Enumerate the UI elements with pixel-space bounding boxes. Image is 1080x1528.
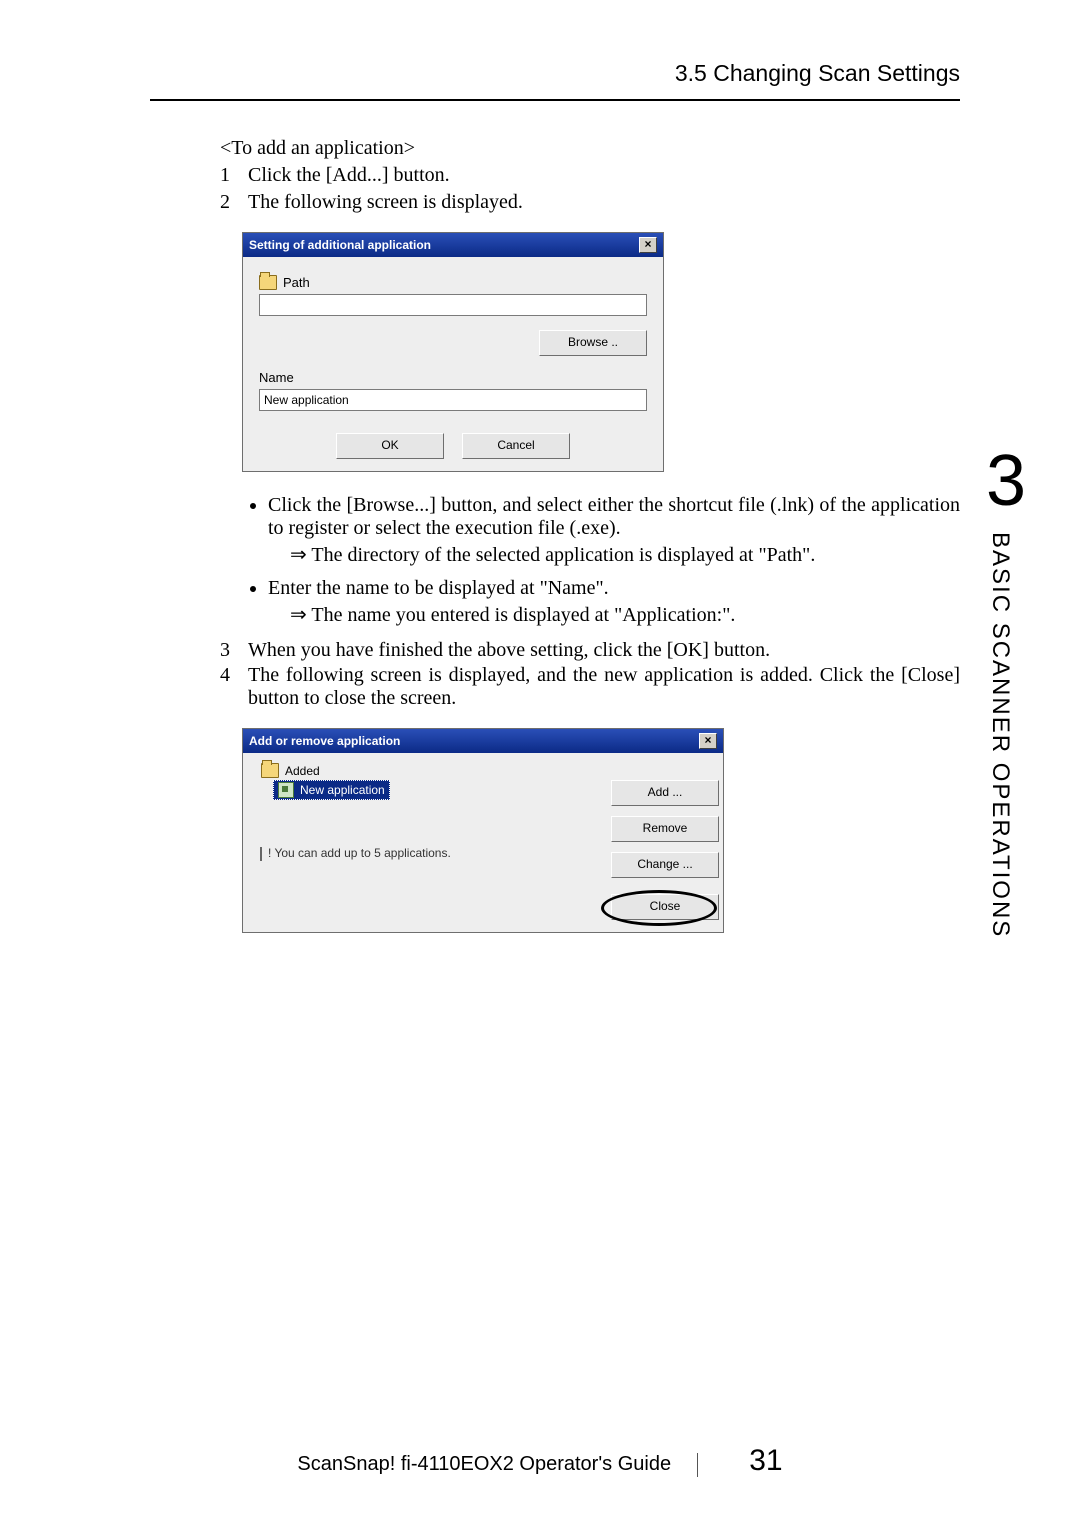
add-button[interactable]: Add ... [611,780,719,806]
step-3: 3 When you have finished the above setti… [220,639,960,662]
bullet2-text: Enter the name to be displayed at "Name"… [268,577,609,599]
step-4: 4 The following screen is displayed, and… [220,664,960,710]
cancel-button[interactable]: Cancel [462,433,570,459]
folder-icon [259,275,277,290]
app-icon [278,782,294,798]
chapter-side-tab: 3 BASIC SCANNER OPERATIONS [986,440,1026,938]
step-3-num: 3 [220,639,248,662]
arrow1-text: ⇒ The directory of the selected applicat… [290,544,815,566]
dialog2-close-button[interactable]: × [699,733,717,749]
section-header: 3.5 Changing Scan Settings [150,60,960,101]
dialog2-titlebar: Add or remove application × [243,729,723,753]
added-label: Added [285,764,320,778]
remove-button[interactable]: Remove [611,816,719,842]
step-1: 1 Click the [Add...] button. [220,164,960,187]
app-item-label: New application [300,783,385,797]
section-title: 3.5 Changing Scan Settings [675,60,960,86]
footer-separator [697,1453,698,1477]
page-footer: ScanSnap! fi-4110EOX2 Operator's Guide 3… [0,1444,1080,1478]
intro-text: <To add an application> [220,137,960,160]
name-label: Name [259,370,647,385]
name-input[interactable]: New application [259,389,647,411]
dialog1-close-button[interactable]: × [639,237,657,253]
step-3-text: When you have finished the above setting… [248,639,770,662]
dialog2-title-text: Add or remove application [249,734,400,748]
footer-page-number: 31 [749,1444,782,1478]
browse-button[interactable]: Browse .. [539,330,647,356]
footer-doc-title: ScanSnap! fi-4110EOX2 Operator's Guide [297,1453,671,1475]
step-2: 2 The following screen is displayed. [220,191,960,214]
bullet1-text: Click the [Browse...] button, and select… [268,494,960,539]
step-4-num: 4 [220,664,248,710]
step-2-text: The following screen is displayed. [248,191,523,214]
folder-icon [261,763,279,778]
chapter-number: 3 [986,440,1026,522]
dialog-setting-additional-application: Setting of additional application × Path… [242,232,664,472]
dialog-add-remove-application: Add or remove application × Added New ap… [242,728,724,933]
application-list: New application ! You can add up to 5 ap… [255,780,597,920]
chapter-title: BASIC SCANNER OPERATIONS [986,532,1014,938]
bullet-block-1: Click the [Browse...] button, and select… [248,494,960,627]
close-button[interactable]: Close [611,894,719,920]
path-label: Path [283,275,310,290]
change-button[interactable]: Change ... [611,852,719,878]
step-2-num: 2 [220,191,248,214]
step-4-text: The following screen is displayed, and t… [248,664,960,710]
path-input[interactable] [259,294,647,316]
dialog1-titlebar: Setting of additional application × [243,233,663,257]
ok-button[interactable]: OK [336,433,444,459]
arrow2-text: ⇒ The name you entered is displayed at "… [290,604,735,626]
dialog1-title-text: Setting of additional application [249,238,431,252]
note-text: ! You can add up to 5 applications. [255,846,597,861]
step-1-text: Click the [Add...] button. [248,164,450,187]
step-1-num: 1 [220,164,248,187]
application-list-item[interactable]: New application [273,780,390,800]
added-heading: Added [261,763,711,778]
